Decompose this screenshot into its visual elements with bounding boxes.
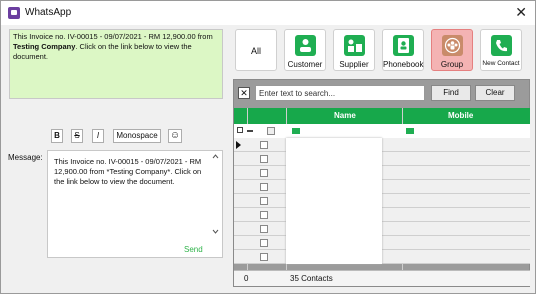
preview-company: Testing Company <box>13 42 76 51</box>
close-icon[interactable]: ✕ <box>515 4 527 21</box>
row-checkbox[interactable] <box>260 169 268 177</box>
category-supplier-label: Supplier <box>339 60 369 69</box>
new-contact-button[interactable]: New Contact <box>480 29 522 71</box>
strikethrough-button[interactable]: S <box>71 129 83 143</box>
group-icon <box>442 35 463 56</box>
row-checkbox[interactable] <box>260 155 268 163</box>
contact-name-popup <box>286 138 382 264</box>
column-name-header[interactable]: Name <box>334 111 356 120</box>
message-scrollbar[interactable] <box>211 154 220 234</box>
contact-rows <box>234 138 530 264</box>
supplier-icon <box>344 35 365 56</box>
send-button[interactable]: Send <box>184 245 203 254</box>
table-row[interactable] <box>234 250 530 264</box>
table-row[interactable] <box>234 138 530 152</box>
clear-button[interactable]: Clear <box>475 85 515 101</box>
category-phonebook-label: Phonebook <box>383 60 424 69</box>
row-pointer-icon <box>236 141 241 149</box>
bold-button[interactable]: B <box>51 129 63 143</box>
table-row[interactable] <box>234 166 530 180</box>
row-checkbox[interactable] <box>260 197 268 205</box>
table-row[interactable] <box>234 180 530 194</box>
table-row[interactable] <box>234 194 530 208</box>
message-label: Message: <box>8 153 43 162</box>
table-row[interactable] <box>234 236 530 250</box>
category-supplier-button[interactable]: Supplier <box>333 29 375 71</box>
italic-button[interactable]: I <box>92 129 104 143</box>
phonebook-icon <box>393 35 414 56</box>
grid-footer: 0 35 Contacts <box>234 270 530 286</box>
row-checkbox[interactable] <box>260 211 268 219</box>
customer-icon <box>295 35 316 56</box>
whatsapp-filter-icon <box>406 128 414 134</box>
row-checkbox[interactable] <box>260 225 268 233</box>
row-checkbox[interactable] <box>260 183 268 191</box>
grid-header: Name Mobile <box>234 108 530 124</box>
category-customer-button[interactable]: Customer <box>284 29 326 71</box>
category-all-button[interactable]: All <box>235 29 277 71</box>
emoji-button[interactable]: ☺ <box>168 129 182 143</box>
whatsapp-window: WhatsApp ✕ This Invoice no. IV-00015 - 0… <box>0 0 536 294</box>
search-input[interactable] <box>255 85 425 101</box>
message-text: This Invoice no. IV-00015 - 09/07/2021 -… <box>54 157 202 186</box>
search-bar: ✕ Find Clear <box>238 85 515 102</box>
table-row[interactable] <box>234 208 530 222</box>
message-textarea[interactable]: This Invoice no. IV-00015 - 09/07/2021 -… <box>47 150 223 258</box>
category-phonebook-button[interactable]: Phonebook <box>382 29 424 71</box>
whatsapp-filter-icon <box>292 128 300 134</box>
selected-count: 0 <box>244 274 249 283</box>
row-checkbox[interactable] <box>260 253 268 261</box>
column-mobile-header[interactable]: Mobile <box>448 111 473 120</box>
contacts-count: 35 Contacts <box>290 274 333 283</box>
filter-row <box>234 124 530 138</box>
table-row[interactable] <box>234 222 530 236</box>
title-bar: WhatsApp ✕ <box>1 1 535 25</box>
category-group-label: Group <box>440 60 464 69</box>
find-button[interactable]: Find <box>431 85 471 101</box>
whatsapp-app-icon <box>8 7 20 19</box>
filter-icon[interactable] <box>237 127 243 133</box>
new-contact-icon <box>491 35 512 56</box>
row-checkbox[interactable] <box>260 239 268 247</box>
new-contact-label: New Contact <box>482 60 520 67</box>
select-all-checkbox[interactable] <box>267 127 275 135</box>
monospace-button[interactable]: Monospace <box>113 129 161 143</box>
category-group-button[interactable]: Group <box>431 29 473 71</box>
message-preview: This Invoice no. IV-00015 - 09/07/2021 -… <box>9 29 223 99</box>
window-title: WhatsApp <box>25 7 72 18</box>
category-customer-label: Customer <box>287 60 323 69</box>
preview-text-1: This Invoice no. IV-00015 - 09/07/2021 -… <box>13 32 213 41</box>
table-row[interactable] <box>234 152 530 166</box>
row-checkbox[interactable] <box>260 141 268 149</box>
contacts-grid: ✕ Find Clear Name Mobile 0 35 Contacts <box>233 79 530 287</box>
filter-equals-icon <box>247 130 253 132</box>
clear-search-icon[interactable]: ✕ <box>238 87 250 99</box>
category-all-label: All <box>250 46 261 56</box>
